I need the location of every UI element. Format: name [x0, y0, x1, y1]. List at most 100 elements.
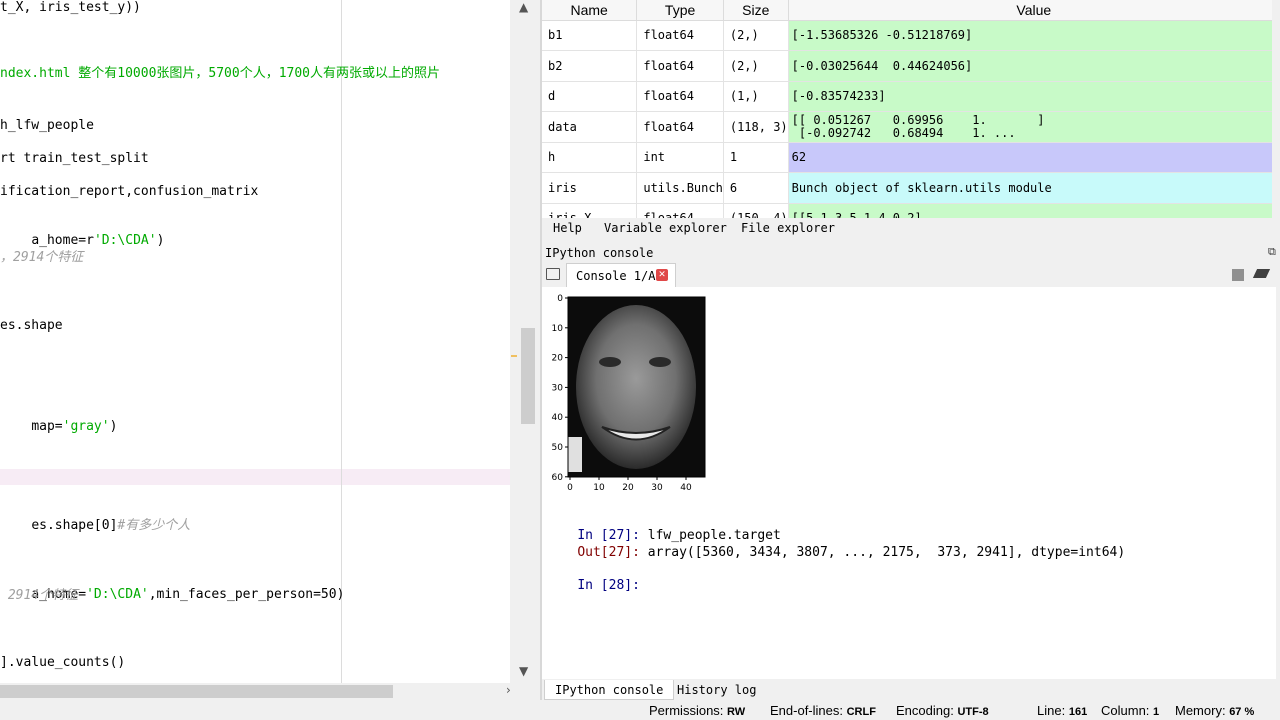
- top-pane-tabbar: Help Variable explorer File explorer: [542, 219, 1280, 239]
- cell-type: utils.Bunch: [636, 172, 724, 204]
- scroll-down-icon[interactable]: ▼: [519, 664, 528, 678]
- pane-title: IPython console: [545, 246, 654, 260]
- cell-name: b1: [542, 20, 638, 51]
- console-input-line[interactable]: In [28]:: [546, 563, 640, 608]
- string-literal: 'gray': [62, 419, 110, 434]
- code-editor[interactable]: t_X, iris_test_y)) ndex.html 整个有10000张图片…: [0, 0, 510, 683]
- variable-explorer-scrollbar[interactable]: [1272, 0, 1280, 218]
- code-line[interactable]: map='gray'): [0, 403, 117, 451]
- code-line[interactable]: es.shape: [0, 318, 63, 334]
- code-token: map=: [31, 419, 63, 434]
- ipython-console[interactable]: 0 10 20 30 40 50 60 0 10 20 30 40 In [27]: lfw_peo…: [542, 287, 1280, 679]
- face-image-plot: 0 10 20 30 40 50 60 0 10 20 30 40: [552, 294, 706, 493]
- cell-name: data: [542, 111, 638, 143]
- cell-size: (150, 4): [723, 203, 789, 218]
- variable-explorer[interactable]: Name Type Size Value b1 float64 (2,) [-1.53…: [542, 0, 1280, 218]
- cell-name: h: [542, 142, 638, 173]
- x-tick-label: 20: [622, 483, 634, 493]
- tab-history-log[interactable]: History log: [677, 683, 756, 697]
- cell-size: (2,): [723, 20, 789, 51]
- comment-line[interactable]: ，2914个特征: [0, 250, 83, 266]
- y-tick-label: 30: [552, 383, 564, 393]
- tab-console-1a[interactable]: Console 1/A ✕: [566, 263, 676, 287]
- current-line-highlight: [0, 469, 510, 485]
- editor-horizontal-scrollbar[interactable]: ›: [0, 683, 540, 700]
- table-row[interactable]: b2 float64 (2,) [-0.03025644 0.44624056]: [542, 50, 1280, 82]
- cell-type: float64: [636, 50, 724, 82]
- column-header-type[interactable]: Type: [636, 0, 724, 21]
- scrollbar-thumb[interactable]: [521, 328, 535, 424]
- tab-variable-explorer[interactable]: Variable explorer: [604, 221, 727, 235]
- code-line[interactable]: h_lfw_people: [0, 118, 94, 134]
- cell-size: (2,): [723, 50, 789, 82]
- x-tick-label: 0: [567, 483, 573, 493]
- column-header-size[interactable]: Size: [723, 0, 789, 21]
- close-icon[interactable]: ✕: [656, 269, 668, 281]
- cell-size: (1,): [723, 81, 789, 112]
- scroll-up-icon[interactable]: ▲: [519, 0, 528, 14]
- image-highlight: [568, 437, 582, 472]
- table-row[interactable]: h int 1 62: [542, 142, 1280, 173]
- status-label: Column:: [1101, 703, 1150, 718]
- cell-value: [-0.83574233]: [788, 81, 1280, 112]
- code-line[interactable]: es.shape[0]#有多少个人: [0, 502, 190, 550]
- string-literal: 'D:\CDA': [93, 233, 157, 248]
- table-row[interactable]: b1 float64 (2,) [-1.53685326 -0.51218769]: [542, 20, 1280, 51]
- folder-icon[interactable]: [546, 268, 560, 280]
- scroll-marker: [511, 355, 517, 357]
- table-row[interactable]: d float64 (1,) [-0.83574233]: [542, 81, 1280, 112]
- status-memory: Memory: 67 %: [1175, 703, 1254, 718]
- output-value: array([5360, 3434, 3807, ..., 2175, 373,…: [639, 545, 1126, 560]
- options-icon[interactable]: ⋮: [1275, 267, 1280, 281]
- console-pane-title: IPython console ⧉: [542, 244, 1280, 262]
- table-row[interactable]: iris utils.Bunch 6 Bunch object of sklearn.…: [542, 172, 1280, 204]
- cell-value: [-1.53685326 -0.51218769]: [788, 20, 1280, 51]
- status-column: Column: 1: [1101, 703, 1159, 718]
- status-label: Permissions:: [649, 703, 724, 718]
- cell-value: [-0.03025644 0.44624056]: [788, 50, 1280, 82]
- cell-name: iris_X: [542, 203, 638, 218]
- scroll-right-icon[interactable]: ›: [506, 683, 511, 697]
- status-value: RW: [727, 706, 746, 718]
- y-tick-label: 10: [552, 324, 564, 334]
- code-line[interactable]: ndex.html 整个有10000张图片，5700个人，1700人有两张或以上…: [0, 66, 440, 82]
- cell-name: iris: [542, 172, 638, 204]
- status-permissions: Permissions: RW: [649, 703, 745, 718]
- tab-ipython-console[interactable]: IPython console: [544, 680, 675, 700]
- cell-type: float64: [636, 81, 724, 112]
- code-token: ): [109, 419, 118, 434]
- tab-file-explorer[interactable]: File explorer: [741, 221, 835, 235]
- scrollbar-thumb[interactable]: [0, 685, 393, 698]
- cell-type: float64: [636, 111, 724, 143]
- clear-console-icon[interactable]: [1252, 269, 1271, 278]
- face-shape: [576, 305, 696, 469]
- column-header-name[interactable]: Name: [542, 0, 638, 21]
- cell-size: 1: [723, 142, 789, 173]
- status-line: Line: 161: [1037, 703, 1087, 718]
- left-eye-shape: [599, 357, 621, 367]
- code-line[interactable]: rt train_test_split: [0, 151, 149, 167]
- table-header-row: Name Type Size Value: [542, 0, 1280, 21]
- y-tick-label: 20: [552, 354, 564, 364]
- table-row[interactable]: data float64 (118, 3)[[ 0.051267 0.69956 1…: [542, 111, 1280, 143]
- tab-help[interactable]: Help: [553, 221, 582, 235]
- status-label: Encoding:: [896, 703, 954, 718]
- stop-icon[interactable]: [1232, 269, 1244, 281]
- inline-comment: #有多少个人: [117, 518, 191, 533]
- code-line[interactable]: ification_report,confusion_matrix: [0, 184, 258, 200]
- bottom-pane-tabbar: IPython console History log: [542, 680, 1280, 700]
- code-token: ): [156, 233, 165, 248]
- cell-type: int: [636, 142, 724, 173]
- column-header-value[interactable]: Value: [788, 0, 1280, 21]
- undock-icon[interactable]: ⧉: [1268, 245, 1276, 259]
- console-scrollbar[interactable]: [1276, 287, 1280, 679]
- comment-line[interactable]: 2914个特征: [0, 588, 78, 604]
- variable-table: Name Type Size Value b1 float64 (2,) [-1.53…: [542, 0, 1280, 218]
- code-line[interactable]: t_X, iris_test_y)): [0, 0, 141, 16]
- table-row[interactable]: iris_Xfloat64(150, 4)[[5.1 3.5 1.4 0.2]: [542, 203, 1280, 218]
- status-label: Line:: [1037, 703, 1066, 718]
- x-tick-label: 10: [593, 483, 605, 493]
- x-tick-label: 30: [651, 483, 663, 493]
- code-line[interactable]: ].value_counts(): [0, 655, 125, 671]
- editor-vertical-scrollbar[interactable]: ▲ ▼: [510, 0, 540, 683]
